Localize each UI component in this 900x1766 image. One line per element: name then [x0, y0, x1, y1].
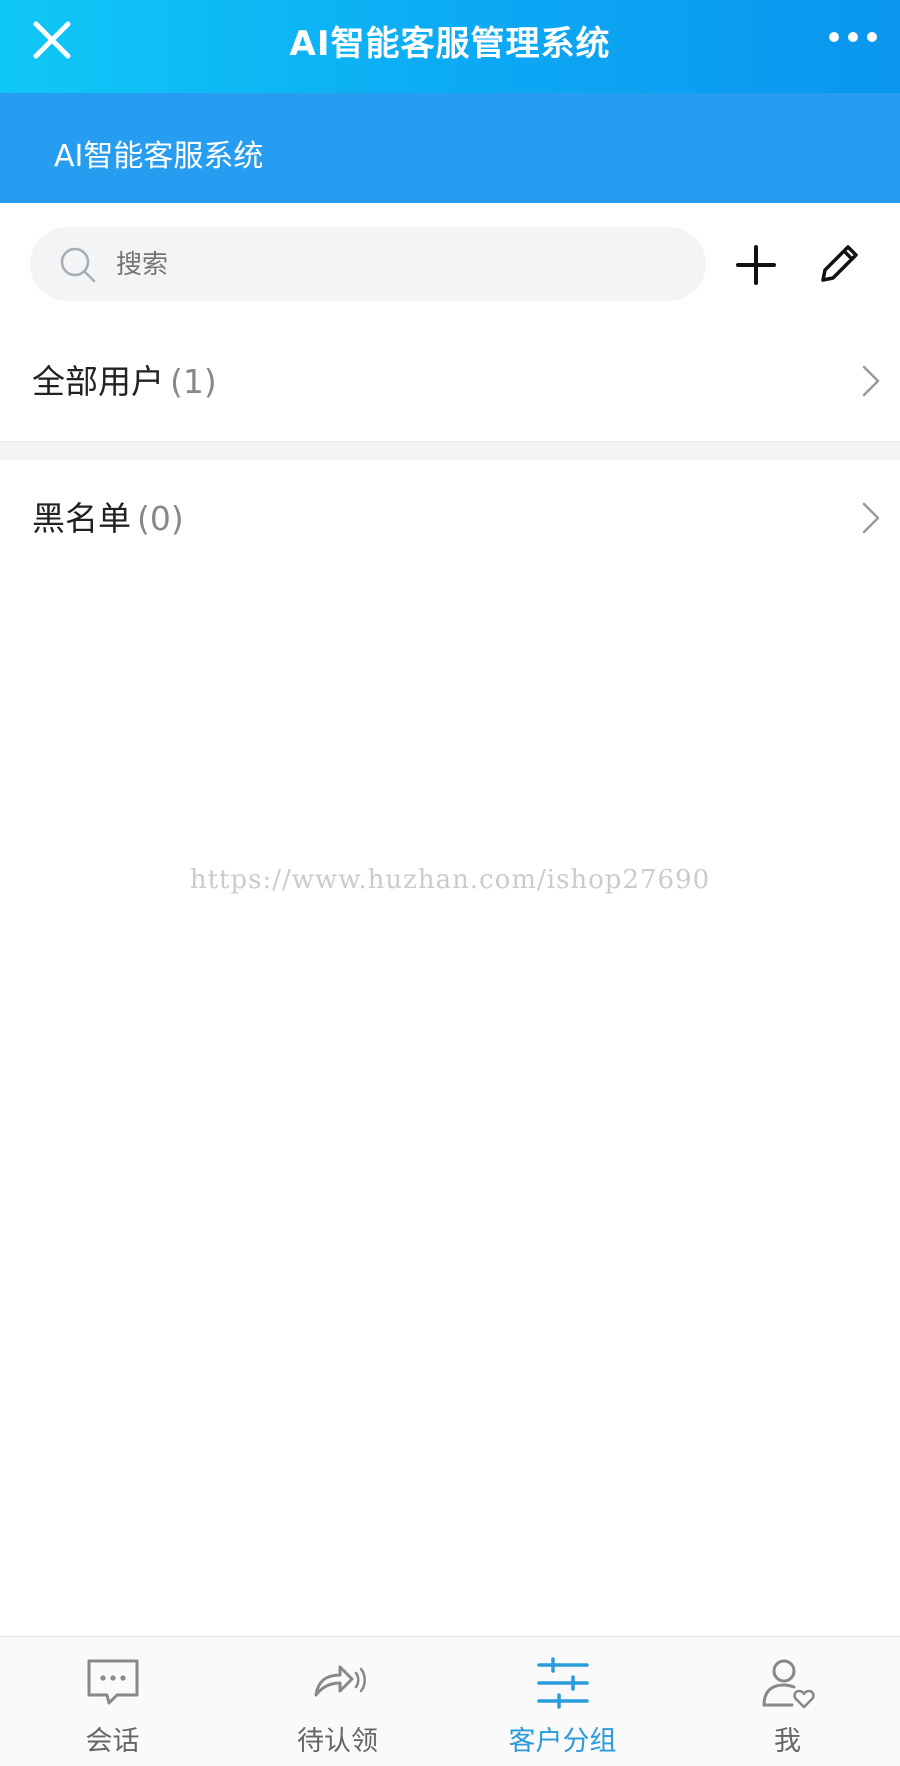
chevron-right-icon — [862, 502, 880, 534]
tab-conversations[interactable]: 会话 — [0, 1637, 225, 1766]
tab-label: 待认领 — [297, 1726, 378, 1757]
bottom-tab-bar: 会话 待认领 客户分组 我 — [0, 1636, 900, 1766]
app-title: AI智能客服管理系统 — [289, 24, 611, 64]
section-divider — [0, 442, 900, 460]
group-row-blacklist[interactable]: 黑名单 (0) — [0, 460, 900, 578]
tab-label: 会话 — [85, 1726, 140, 1757]
plus-icon[interactable] — [734, 243, 778, 287]
more-dots-icon[interactable] — [826, 24, 880, 50]
group-row-all-users[interactable]: 全部用户 (1) — [0, 323, 900, 442]
tab-customer-groups[interactable]: 客户分组 — [450, 1637, 675, 1766]
tab-label: 客户分组 — [508, 1726, 617, 1757]
group-count: (1) — [170, 362, 217, 401]
forward-sound-icon — [314, 1665, 366, 1697]
group-label: 黑名单 (0) — [32, 460, 184, 578]
group-label: 全部用户 (1) — [32, 323, 217, 441]
tab-to-claim[interactable]: 待认领 — [225, 1637, 450, 1766]
top-app-bar: AI智能客服管理系统 — [0, 0, 900, 93]
tab-label: 我 — [774, 1726, 801, 1757]
search-input[interactable] — [114, 227, 678, 303]
system-name: AI智能客服系统 — [54, 139, 264, 174]
chat-bubble-icon — [87, 1659, 138, 1705]
sliders-icon — [536, 1657, 589, 1709]
watermark-url: https://www.huzhan.com/ishop27690 — [189, 865, 711, 895]
user-heart-icon — [762, 1659, 815, 1709]
search-icon — [60, 247, 96, 283]
group-name: 全部用户 — [32, 362, 164, 401]
group-name: 黑名单 — [32, 499, 131, 538]
pencil-icon[interactable] — [818, 241, 862, 285]
search-field[interactable] — [30, 227, 706, 303]
tab-me[interactable]: 我 — [675, 1637, 900, 1766]
chevron-right-icon — [862, 365, 880, 397]
search-toolbar — [0, 203, 900, 323]
group-count: (0) — [137, 499, 184, 538]
sub-header: AI智能客服系统 — [0, 93, 900, 203]
